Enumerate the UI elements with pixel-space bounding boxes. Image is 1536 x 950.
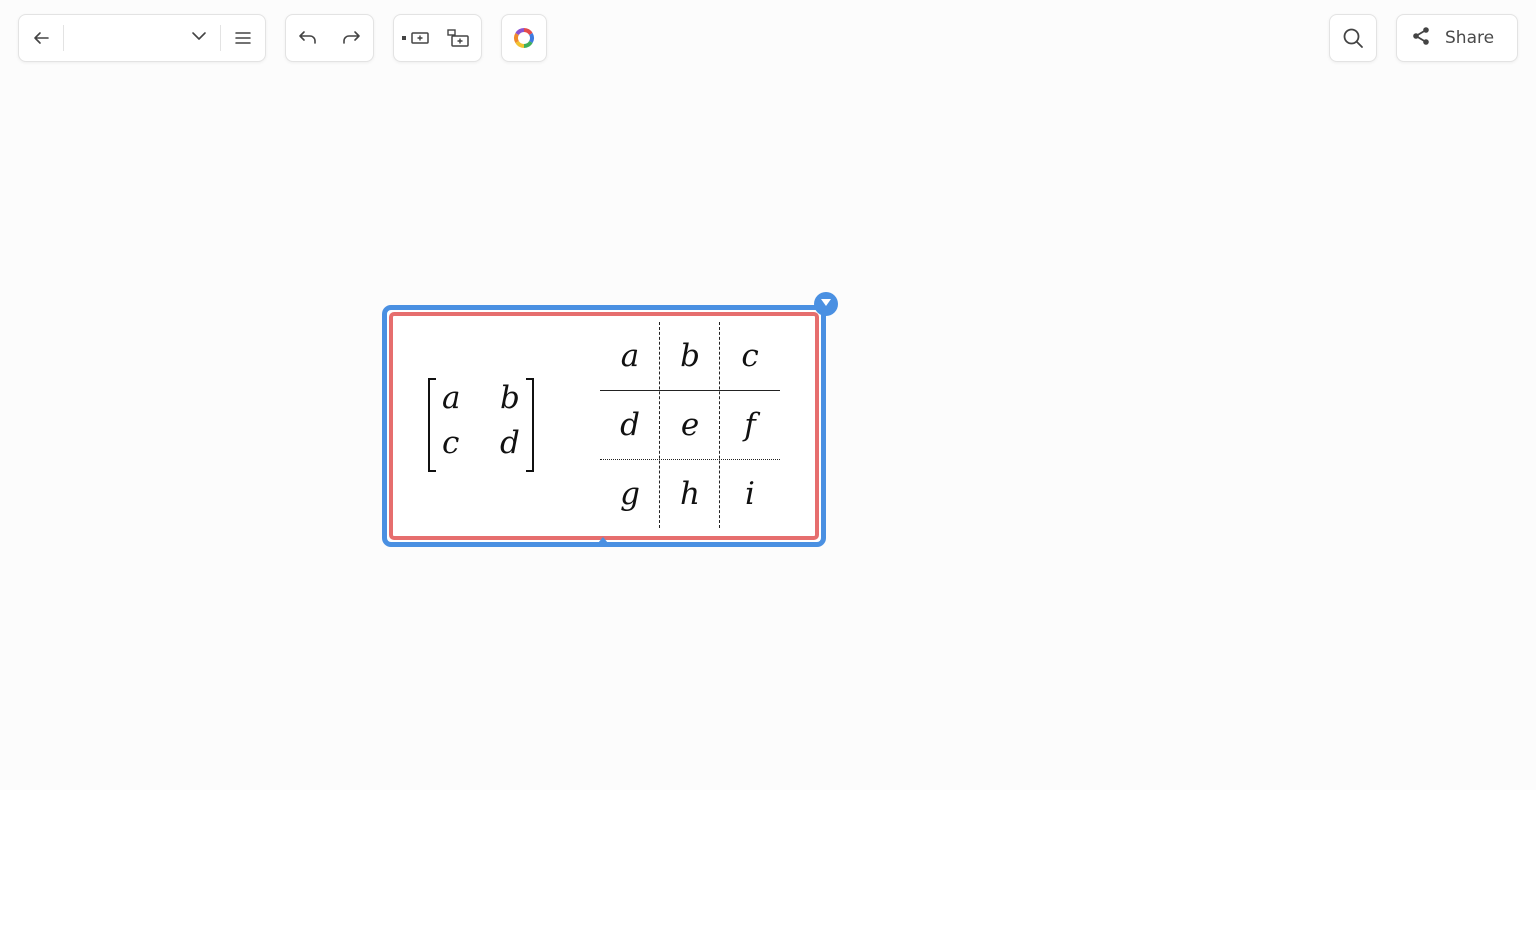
matrix-cell: c [442, 425, 460, 461]
block-options-handle[interactable] [814, 292, 838, 316]
table-cell: i [745, 476, 755, 512]
insert-inline-button[interactable] [394, 15, 438, 61]
search-icon [1342, 27, 1364, 49]
navigation-toolbar [18, 14, 266, 62]
document-title-select[interactable] [64, 15, 220, 61]
history-toolbar [285, 14, 374, 62]
table-cell: g [620, 476, 640, 512]
chevron-down-icon [190, 27, 208, 49]
share-toolbar: Share [1396, 14, 1518, 62]
share-icon [1411, 26, 1431, 51]
table-cell: h [680, 476, 700, 512]
redo-button[interactable] [330, 15, 374, 61]
share-button[interactable]: Share [1397, 15, 1517, 61]
matrix-cell: a [442, 380, 461, 416]
redo-icon [340, 28, 362, 48]
back-button[interactable] [19, 15, 63, 61]
color-button[interactable] [502, 15, 546, 61]
color-wheel-icon [513, 27, 535, 49]
matrix-cell: b [500, 380, 520, 416]
matrix: a b c d [428, 378, 534, 472]
share-label: Share [1445, 28, 1495, 48]
hamburger-menu-icon [234, 29, 252, 47]
left-bracket [428, 378, 436, 472]
undo-icon [297, 28, 319, 48]
menu-button[interactable] [221, 15, 265, 61]
insert-toolbar [393, 14, 482, 62]
insert-block-button[interactable] [438, 15, 482, 61]
table-cell: d [620, 407, 640, 443]
table-cell: c [741, 338, 759, 374]
insert-block-box-icon [446, 27, 472, 49]
right-bracket [526, 378, 534, 472]
search-button[interactable] [1330, 15, 1376, 61]
table-cell: b [680, 338, 700, 374]
caret-down-icon [820, 295, 832, 313]
undo-button[interactable] [286, 15, 330, 61]
array-table: a b c d e f g h i [600, 322, 780, 528]
insert-inline-box-icon [401, 28, 431, 48]
table-cell: e [680, 407, 700, 443]
table-cell: f [744, 407, 756, 443]
search-toolbar [1329, 14, 1377, 62]
table-cell: a [620, 338, 640, 374]
arrow-left-icon [31, 28, 51, 48]
matrix-cell: d [500, 425, 520, 461]
color-toolbar [501, 14, 547, 62]
